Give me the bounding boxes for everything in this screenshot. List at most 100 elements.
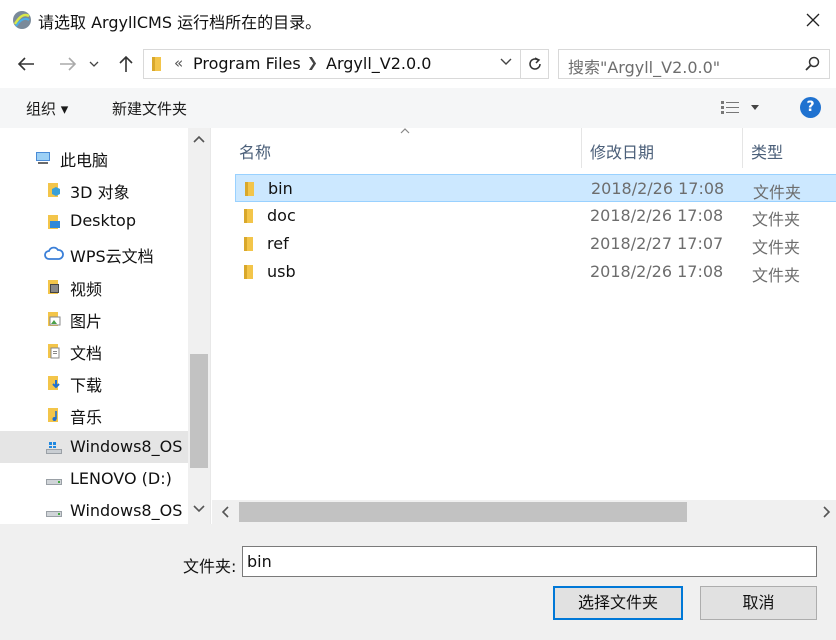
search-input[interactable]: 搜索"Argyll_V2.0.0" — [558, 49, 830, 79]
navigation-pane: 此电脑 3D 对象 Desktop WPS云文档 视频 图片 文档 下载 音乐 … — [0, 128, 211, 524]
folder-icon — [152, 57, 161, 71]
column-header-type[interactable]: 类型 — [743, 128, 836, 168]
recent-locations-button[interactable] — [86, 52, 102, 76]
arrow-right-icon — [60, 57, 77, 71]
nav-label: Windows8_OS ( — [70, 501, 194, 520]
nav-label: WPS云文档 — [70, 247, 154, 266]
cancel-button[interactable]: 取消 — [700, 586, 817, 620]
arrow-up-icon — [119, 55, 133, 72]
nav-item-desktop[interactable]: Desktop — [0, 205, 188, 237]
search-icon — [805, 56, 820, 71]
drive-icon — [46, 479, 62, 485]
breadcrumb-argyll[interactable]: Argyll_V2.0.0 — [326, 54, 431, 73]
back-button[interactable] — [14, 52, 38, 76]
chevron-down-icon[interactable] — [500, 58, 512, 66]
folder-field-label: 文件夹: — [183, 557, 237, 576]
nav-item-windows8-os-c[interactable]: Windows8_OS ( — [0, 431, 194, 463]
column-header-label: 修改日期 — [590, 143, 655, 162]
file-type: 文件夹 — [752, 238, 801, 257]
file-type: 文件夹 — [752, 210, 801, 229]
scrollbar-thumb[interactable] — [190, 354, 208, 468]
file-type: 文件夹 — [753, 183, 802, 202]
chevron-down-icon — [89, 61, 99, 67]
chevron-up-icon[interactable] — [192, 134, 206, 144]
dialog-footer: 文件夹: 选择文件夹 取消 — [0, 524, 836, 640]
nav-label: 视频 — [70, 280, 103, 299]
documents-folder-icon — [48, 344, 60, 359]
file-row[interactable]: ref 2018/2/27 17:07 文件夹 — [235, 230, 836, 258]
nav-item-pictures[interactable]: 图片 — [0, 302, 188, 334]
nav-label: 图片 — [70, 312, 103, 331]
folder-name-input[interactable] — [242, 546, 817, 577]
close-icon — [806, 13, 820, 27]
nav-item-downloads[interactable]: 下载 — [0, 366, 188, 398]
new-folder-button[interactable]: 新建文件夹 — [112, 98, 187, 119]
nav-item-wps-cloud[interactable]: WPS云文档 — [0, 237, 188, 269]
file-date: 2018/2/26 17:08 — [591, 179, 725, 198]
file-name: bin — [268, 179, 293, 198]
chevron-right-icon[interactable] — [822, 505, 832, 519]
column-header-date[interactable]: 修改日期 — [582, 128, 742, 168]
argyll-app-icon — [13, 11, 31, 29]
close-button[interactable] — [790, 0, 836, 40]
nav-label: Desktop — [70, 211, 136, 230]
chevron-down-icon[interactable] — [192, 504, 206, 514]
file-type: 文件夹 — [752, 266, 801, 285]
file-list-scrollbar[interactable] — [212, 500, 836, 524]
nav-label: 文档 — [70, 344, 103, 363]
search-placeholder: 搜索"Argyll_V2.0.0" — [568, 58, 721, 77]
sort-ascending-icon — [400, 128, 410, 134]
folder-icon — [244, 237, 253, 251]
arrow-left-icon — [17, 57, 34, 71]
nav-item-documents[interactable]: 文档 — [0, 334, 188, 366]
3d-objects-icon — [48, 183, 60, 197]
nav-label: LENOVO (D:) — [70, 469, 172, 488]
folder-icon — [244, 265, 253, 279]
command-toolbar: 组织 ▾ 新建文件夹 ? — [0, 88, 836, 128]
breadcrumb-separator-icon[interactable]: ❯ — [307, 56, 318, 71]
file-list: 名称 修改日期 类型 bin 2018/2/26 17:08 文件夹 doc 2… — [212, 128, 836, 524]
drive-icon — [46, 511, 62, 517]
nav-label: 此电脑 — [60, 151, 109, 170]
organize-button[interactable]: 组织 ▾ — [26, 98, 68, 119]
column-header-label: 类型 — [751, 143, 784, 162]
scrollbar-thumb[interactable] — [239, 502, 687, 522]
file-row[interactable]: doc 2018/2/26 17:08 文件夹 — [235, 202, 836, 230]
navigation-row: « Program Files ❯ Argyll_V2.0.0 搜索"Argyl… — [0, 40, 836, 88]
nav-item-this-pc[interactable]: 此电脑 — [0, 141, 188, 173]
nav-pane-scrollbar[interactable] — [188, 128, 210, 524]
refresh-button[interactable] — [520, 49, 549, 79]
address-overflow-chevron[interactable]: « — [174, 54, 183, 72]
forward-button[interactable] — [56, 52, 80, 76]
folder-icon — [244, 209, 253, 223]
cloud-icon — [44, 246, 64, 260]
view-options-icon[interactable] — [720, 100, 740, 116]
nav-item-lenovo-d[interactable]: LENOVO (D:) — [0, 463, 188, 495]
file-row[interactable]: usb 2018/2/26 17:08 文件夹 — [235, 258, 836, 286]
chevron-down-icon[interactable] — [750, 105, 760, 111]
file-row[interactable]: bin 2018/2/26 17:08 文件夹 — [235, 174, 836, 202]
nav-item-videos[interactable]: 视频 — [0, 270, 188, 302]
address-bar[interactable]: « Program Files ❯ Argyll_V2.0.0 — [143, 49, 549, 79]
nav-item-3d-objects[interactable]: 3D 对象 — [0, 173, 188, 205]
file-name: doc — [267, 206, 296, 225]
column-header-name[interactable]: 名称 — [212, 128, 581, 168]
chevron-left-icon[interactable] — [220, 505, 230, 519]
refresh-icon — [529, 57, 541, 70]
video-folder-icon — [48, 280, 59, 294]
title-bar: 请选取 ArgyllCMS 运行档所在的目录。 — [0, 0, 836, 40]
select-folder-button[interactable]: 选择文件夹 — [553, 586, 683, 620]
system-drive-icon — [46, 442, 62, 454]
help-icon[interactable]: ? — [800, 97, 821, 118]
desktop-folder-icon — [48, 215, 60, 229]
file-date: 2018/2/27 17:07 — [590, 234, 724, 253]
music-folder-icon — [48, 408, 58, 422]
pictures-folder-icon — [48, 312, 61, 326]
nav-item-music[interactable]: 音乐 — [0, 398, 188, 430]
nav-item-windows8-os-2[interactable]: Windows8_OS ( — [0, 495, 194, 524]
up-button[interactable] — [114, 52, 138, 76]
nav-label: 3D 对象 — [70, 183, 130, 202]
computer-icon — [36, 152, 50, 164]
breadcrumb-program-files[interactable]: Program Files — [193, 54, 301, 73]
file-date: 2018/2/26 17:08 — [590, 206, 724, 225]
